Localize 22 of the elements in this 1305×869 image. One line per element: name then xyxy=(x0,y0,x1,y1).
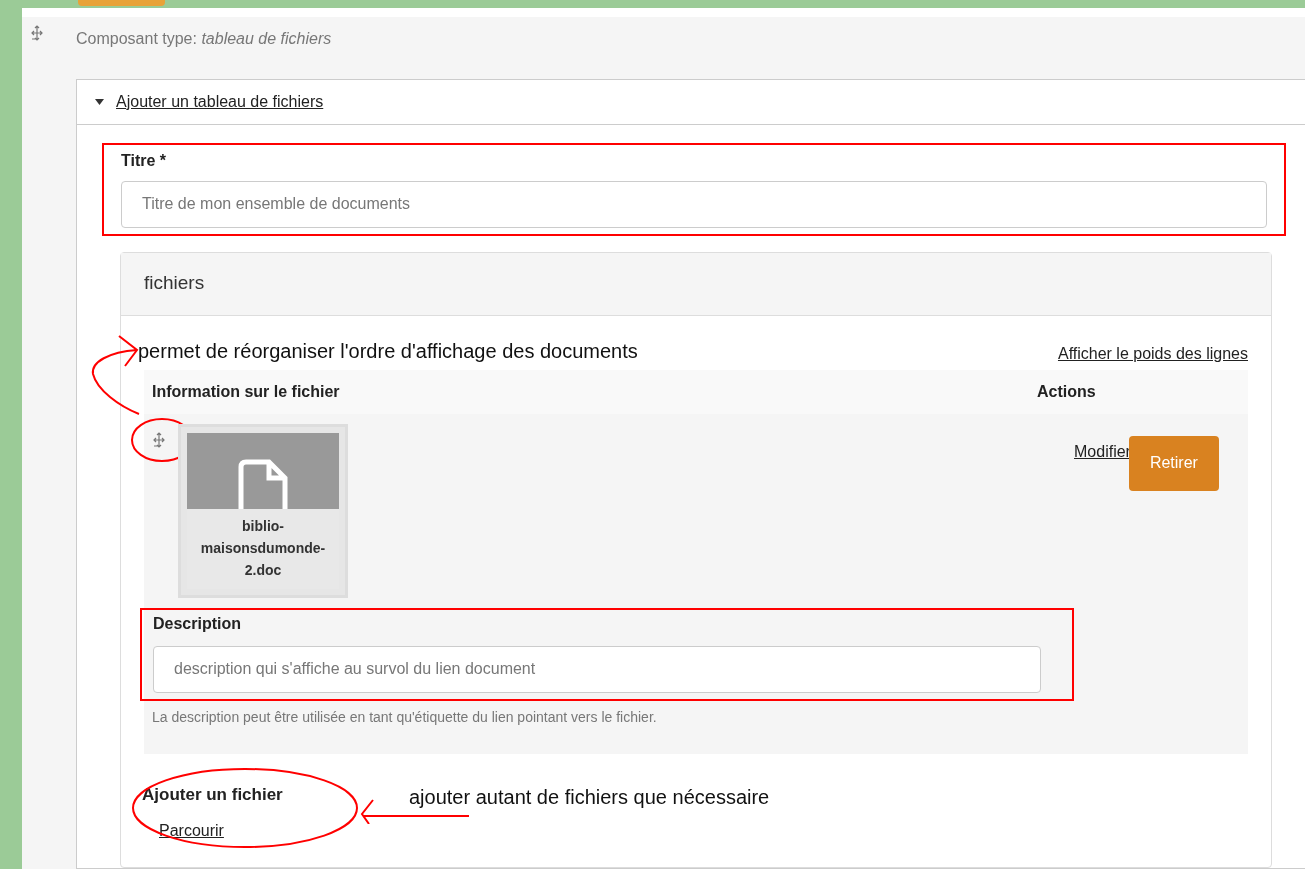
move-icon[interactable] xyxy=(30,25,44,41)
help-text: La description peut être utilisée en tant qu'étiquette du lien pointant vers le fichier. xyxy=(152,707,658,727)
file-name: biblio-maisonsdumonde-2.doc xyxy=(199,516,327,580)
component-type-label: Composant type: tableau de fichiers xyxy=(76,29,333,49)
add-file-label: Ajouter un fichier xyxy=(142,783,284,806)
triangle-icon xyxy=(95,98,104,105)
annotation-text: permet de réorganiser l'ordre d'affichage des documents xyxy=(138,338,638,364)
details-summary[interactable]: Ajouter un tableau de fichiers xyxy=(77,80,1305,125)
modify-link[interactable]: Modifier xyxy=(1074,439,1131,464)
column-header: Information sur le fichier xyxy=(152,381,341,402)
column-header: Actions xyxy=(1037,381,1097,402)
annotation-text: ajouter autant de fichiers que nécessaire xyxy=(409,785,770,808)
title-input[interactable]: Titre de mon ensemble de documents xyxy=(121,180,1267,228)
file-thumbnail[interactable]: biblio-maisonsdumonde-2.doc xyxy=(178,423,348,598)
show-weights-link[interactable]: Afficher le poids des lignes xyxy=(1057,341,1248,366)
summary-text: Ajouter un tableau de fichiers xyxy=(116,91,324,112)
move-icon[interactable] xyxy=(152,431,166,448)
browse-link[interactable]: Parcourir xyxy=(159,819,224,843)
description-input[interactable]: description qui s'affiche au survol du lien document xyxy=(153,645,1041,693)
title-label: Titre * xyxy=(121,150,168,171)
description-label: Description xyxy=(153,613,242,634)
legend-text: fichiers xyxy=(144,271,205,296)
